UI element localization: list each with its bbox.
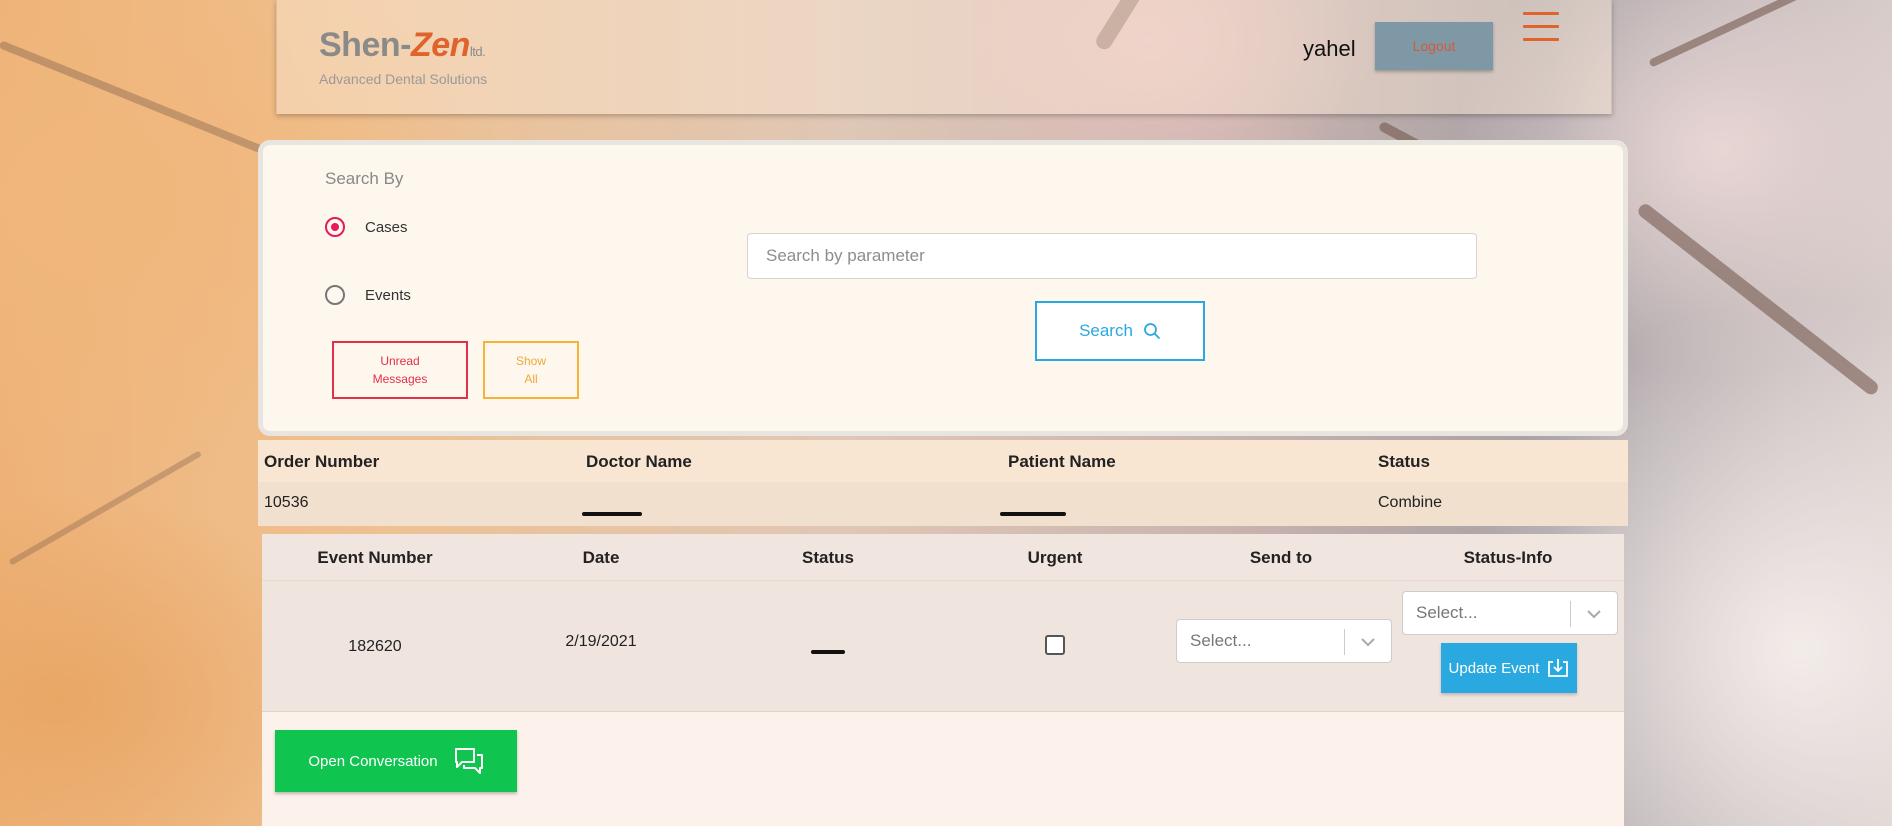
company-logo[interactable]: Shen-Zenltd. Advanced Dental Solutions (319, 28, 487, 87)
menu-bar (1523, 25, 1559, 28)
unread-label-line2: Messages (372, 372, 428, 386)
search-icon (1144, 323, 1160, 339)
urgent-checkbox[interactable] (1045, 635, 1065, 655)
open-conversation-label: Open Conversation (308, 752, 438, 770)
column-header-status: Status (1378, 452, 1430, 471)
unread-label-line1: Unread (380, 354, 420, 368)
column-header-status-info: Status-Info (1463, 548, 1553, 567)
column-header-event-number: Event Number (317, 548, 433, 567)
column-header-event-status: Status (802, 548, 854, 567)
event-row: 182620 2/19/2021 Select... Select... Upd… (262, 581, 1624, 712)
column-header-urgent: Urgent (1027, 548, 1083, 567)
status-cell: Combine (1378, 494, 1443, 511)
unread-messages-button[interactable]: Unread Messages (332, 341, 468, 399)
event-date-cell: 2/19/2021 (565, 633, 637, 650)
chevron-down-icon (1587, 610, 1601, 619)
background-branch (1648, 0, 1852, 68)
hamburger-menu-icon[interactable] (1523, 12, 1559, 48)
logout-button[interactable]: Logout (1375, 22, 1493, 70)
radio-option-cases[interactable]: Cases (325, 217, 408, 237)
show-all-button[interactable]: Show All (483, 341, 579, 399)
update-event-button[interactable]: Update Event (1441, 643, 1577, 693)
showall-label-line2: All (524, 372, 538, 386)
radio-label-cases: Cases (365, 218, 408, 236)
radio-button-events[interactable] (325, 285, 345, 305)
column-header-order-number: Order Number (264, 452, 380, 471)
column-header-doctor-name: Doctor Name (586, 452, 692, 471)
radio-option-events[interactable]: Events (325, 285, 411, 305)
top-header: Shen-Zenltd. Advanced Dental Solutions y… (276, 0, 1612, 114)
chevron-down-icon (1361, 638, 1375, 647)
event-status-cell-redacted (715, 641, 941, 659)
logo-tagline: Advanced Dental Solutions (319, 71, 488, 87)
search-button-label: Search (1079, 321, 1133, 340)
download-save-icon (1548, 659, 1569, 677)
search-button[interactable]: Search (1035, 301, 1205, 361)
update-event-label: Update Event (1448, 659, 1540, 677)
select-separator (1570, 601, 1571, 627)
send-to-select[interactable]: Select... (1176, 619, 1392, 663)
username-label: yahel (1303, 36, 1356, 61)
status-info-select[interactable]: Select... (1402, 591, 1618, 635)
cases-table-header: Order Number Doctor Name Patient Name St… (258, 440, 1628, 482)
urgent-cell (942, 635, 1168, 660)
events-table-header: Event Number Date Status Urgent Send to … (262, 534, 1624, 581)
background-branch (0, 40, 280, 161)
status-info-select-placeholder: Select... (1416, 603, 1478, 622)
event-number-cell: 182620 (348, 638, 402, 655)
search-by-label: Search By (325, 169, 404, 188)
radio-label-events: Events (365, 286, 411, 304)
search-panel: Search By Cases Events Unread Messages Sh… (258, 140, 1628, 436)
column-header-patient-name: Patient Name (1008, 452, 1116, 471)
select-separator (1344, 629, 1345, 655)
background-branch (8, 450, 203, 566)
logo-wordmark: Shen-Zenltd. (319, 26, 486, 64)
send-to-select-placeholder: Select... (1190, 631, 1252, 650)
menu-bar (1523, 38, 1559, 41)
search-input[interactable] (747, 233, 1477, 279)
showall-label-line1: Show (515, 354, 547, 368)
table-row[interactable]: 10536 Combine (258, 482, 1628, 526)
column-header-send-to: Send to (1249, 548, 1313, 567)
order-number-cell: 10536 (264, 494, 309, 511)
chat-bubbles-icon (454, 748, 483, 774)
background-branch (1635, 201, 1881, 398)
radio-button-cases[interactable] (325, 217, 345, 237)
events-section: Event Number Date Status Urgent Send to … (262, 534, 1624, 826)
column-header-date: Date (582, 548, 620, 567)
menu-bar (1523, 12, 1559, 15)
open-conversation-button[interactable]: Open Conversation (275, 730, 517, 792)
